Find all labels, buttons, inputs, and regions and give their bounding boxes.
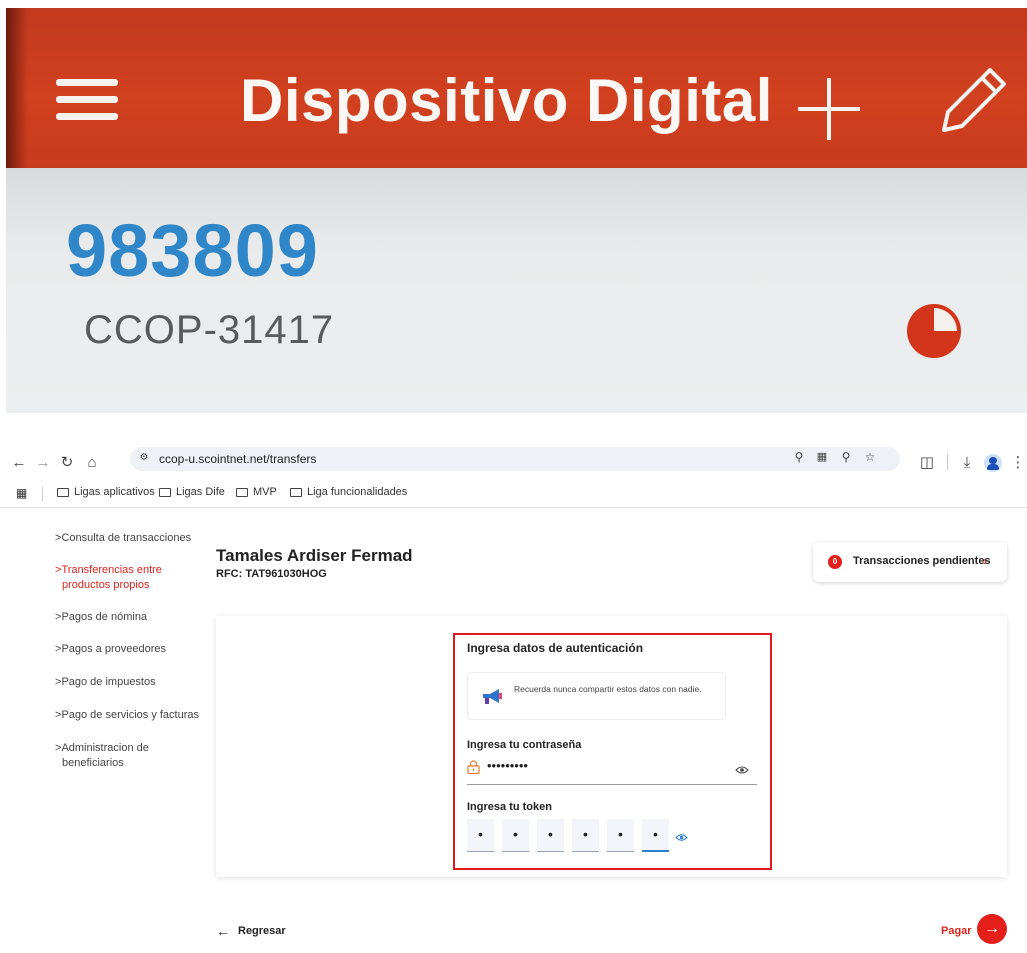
token-digit-3[interactable]: • — [537, 819, 564, 852]
forward-arrow-icon[interactable]: → — [32, 451, 54, 473]
megaphone-icon — [483, 689, 502, 704]
bookmark-star-icon[interactable]: ☆ — [861, 450, 879, 464]
device-id: CCOP-31417 — [84, 308, 335, 352]
bookmark-liga-funcionalidades[interactable]: Liga funcionalidades — [290, 486, 407, 498]
translate-icon[interactable]: ▦ — [813, 450, 831, 463]
security-notice: Recuerda nunca compartir estos datos con… — [467, 672, 726, 720]
client-name: Tamales Ardiser Fermad — [216, 546, 413, 565]
zoom-icon[interactable]: ⚲ — [837, 450, 855, 464]
show-token-eye-icon[interactable] — [675, 833, 688, 842]
download-icon[interactable]: ⤓ — [956, 451, 978, 473]
client-rfc: RFC: TAT961030HOG — [216, 568, 327, 580]
pencil-icon — [942, 68, 1006, 132]
phone-photo: Dispositivo Digital 983809 CCOP-31417 — [6, 8, 1027, 413]
chrome-divider — [0, 507, 1027, 508]
bookmarks-bar: ▦ Ligas aplicativos Ligas Dife MVP Liga … — [0, 483, 1027, 505]
lock-icon — [467, 760, 480, 774]
site-info-icon[interactable]: ⚙ — [135, 452, 153, 463]
arrow-left-icon: ← — [216, 923, 230, 939]
password-field[interactable]: ••••••••• — [467, 755, 757, 785]
plus-icon — [798, 78, 860, 140]
arrow-right-icon: → — [984, 920, 1000, 937]
token-digit-6[interactable]: • — [642, 819, 669, 852]
sidebar-item-transferencias[interactable]: >Transferencias entre productos propios — [55, 563, 175, 593]
token-digit-5[interactable]: • — [607, 819, 634, 852]
token-label: Ingresa tu token — [467, 801, 552, 813]
bookmark-ligas-aplicativos[interactable]: Ligas aplicativos — [57, 486, 155, 498]
token-digit-1[interactable]: • — [467, 819, 494, 852]
address-bar[interactable]: ⚙ ccop-u.scointnet.net/transfers ⚲ ▦ ⚲ ☆ — [130, 447, 900, 471]
back-button[interactable]: ← Regresar — [216, 923, 286, 939]
browser-window: ← → ↻ ⌂ ⚙ ccop-u.scointnet.net/transfers… — [0, 413, 1027, 953]
password-value: ••••••••• — [487, 758, 528, 773]
timer-pie-icon — [907, 304, 961, 358]
pending-transactions-button[interactable]: 0 Transacciones pendientes › — [813, 542, 1007, 582]
hamburger-menu-icon — [56, 79, 118, 121]
folder-icon — [290, 487, 302, 497]
sidebar-item-consulta[interactable]: >Consulta de transacciones — [55, 531, 191, 546]
token-digit-2[interactable]: • — [502, 819, 529, 852]
more-menu-icon[interactable]: ⋮ — [1011, 451, 1026, 473]
folder-icon — [57, 487, 69, 497]
sidebar-item-beneficiarios[interactable]: >Administracion de beneficiarios — [55, 741, 165, 771]
folder-icon — [159, 487, 171, 497]
pending-label: Transacciones pendientes — [853, 555, 991, 567]
sidebar-item-servicios[interactable]: >Pago de servicios y facturas — [55, 708, 199, 723]
location-icon[interactable]: ⚲ — [790, 450, 808, 464]
folder-icon — [236, 487, 248, 497]
url-text: ccop-u.scointnet.net/transfers — [159, 452, 317, 466]
sidebar-item-impuestos[interactable]: >Pago de impuestos — [55, 675, 156, 690]
profile-avatar[interactable] — [984, 454, 1002, 472]
phone-app-title: Dispositivo Digital — [240, 67, 773, 134]
notice-text: Recuerda nunca compartir estos datos con… — [514, 684, 702, 694]
token-digit-4[interactable]: • — [572, 819, 599, 852]
pay-button[interactable]: → — [977, 914, 1007, 944]
pay-label[interactable]: Pagar — [941, 925, 972, 937]
apps-grid-icon[interactable]: ▦ — [16, 486, 27, 500]
chevron-right-icon: › — [983, 554, 987, 568]
bookmark-ligas-dife[interactable]: Ligas Dife — [159, 486, 225, 498]
back-label: Regresar — [238, 925, 286, 937]
password-label: Ingresa tu contraseña — [467, 739, 582, 751]
toolbar-divider — [947, 454, 948, 470]
sidebar-item-nomina[interactable]: >Pagos de nómina — [55, 610, 147, 625]
phone-header: Dispositivo Digital — [6, 8, 1027, 168]
show-password-eye-icon[interactable] — [735, 765, 749, 775]
pending-count-badge: 0 — [828, 555, 842, 569]
extensions-icon[interactable]: ◫ — [916, 451, 938, 473]
phone-body: 983809 CCOP-31417 — [6, 168, 1027, 413]
bookmark-mvp[interactable]: MVP — [236, 486, 277, 498]
token-code: 983809 — [66, 209, 319, 292]
back-arrow-icon[interactable]: ← — [8, 451, 30, 473]
home-icon[interactable]: ⌂ — [81, 451, 103, 473]
reload-icon[interactable]: ↻ — [56, 451, 78, 473]
auth-title: Ingresa datos de autenticación — [467, 641, 644, 655]
sidebar-item-proveedores[interactable]: >Pagos a proveedores — [55, 642, 166, 657]
